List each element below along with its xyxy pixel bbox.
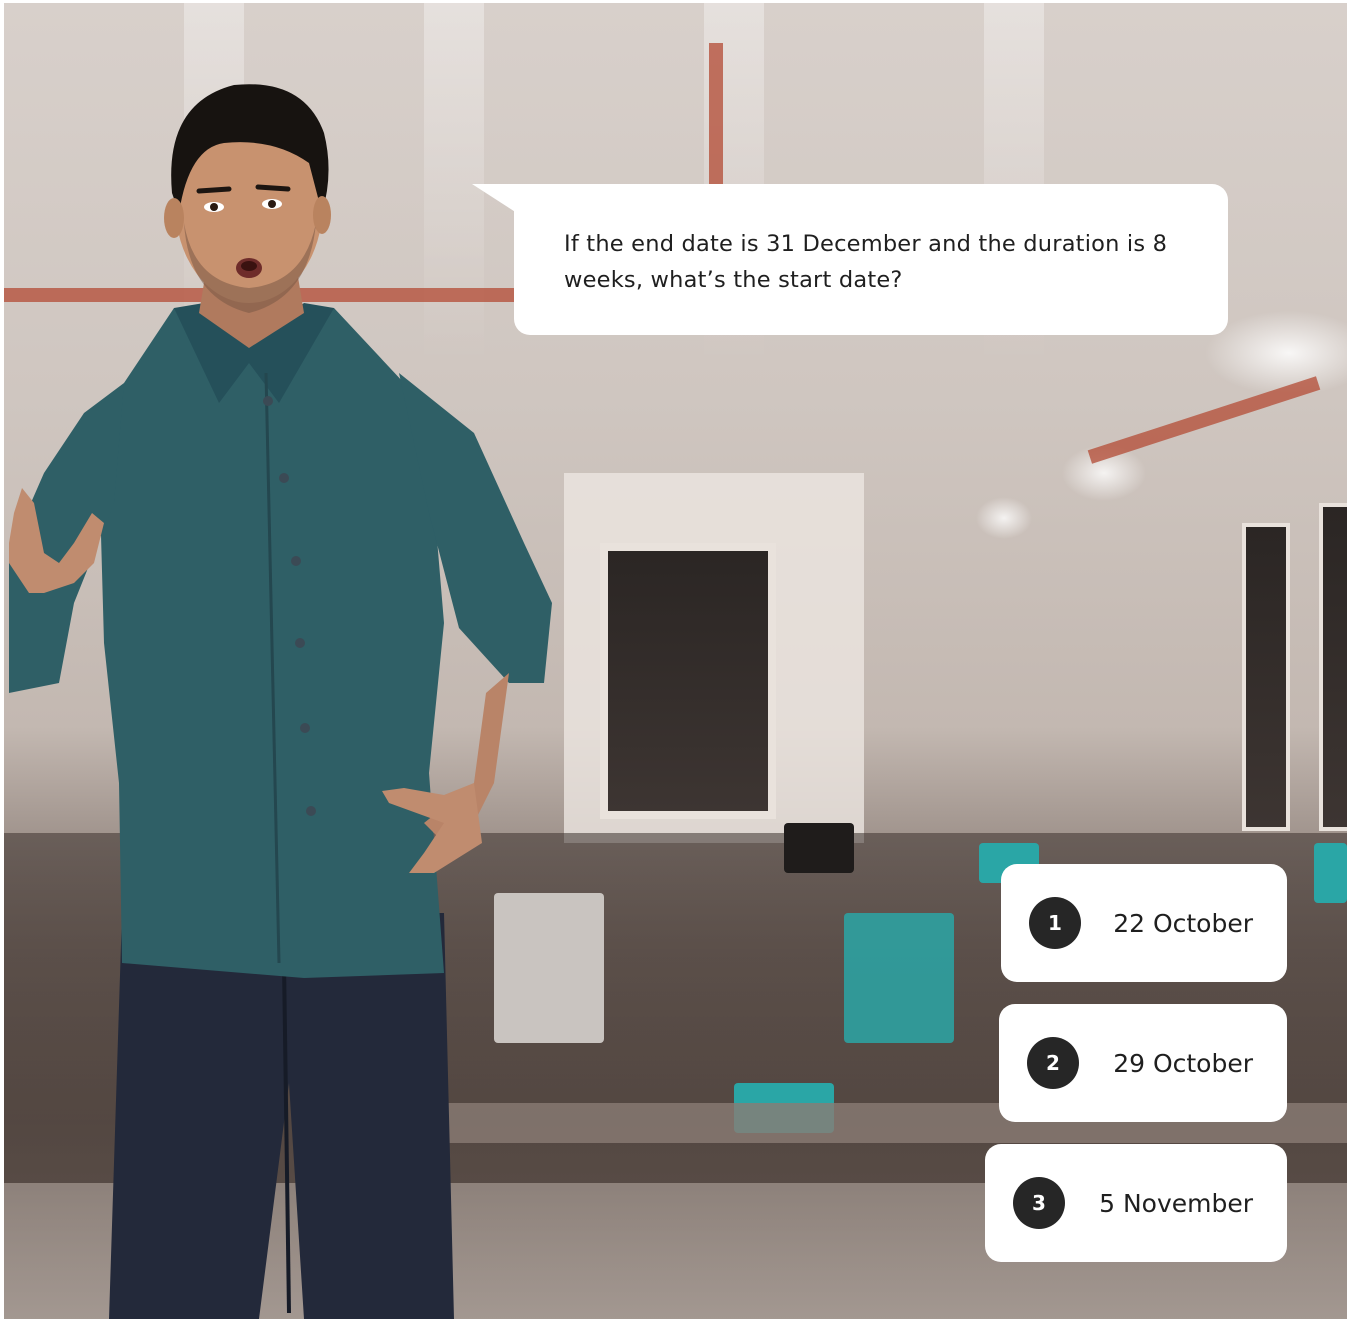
option-number-badge: 1 <box>1029 897 1081 949</box>
monitor <box>1314 843 1347 903</box>
answer-option-1[interactable]: 1 22 October <box>1001 864 1287 982</box>
office-window <box>1242 523 1290 831</box>
option-label: 29 October <box>1113 1048 1253 1078</box>
monitor <box>844 913 954 1043</box>
answer-option-2[interactable]: 2 29 October <box>999 1004 1287 1122</box>
office-window <box>600 543 776 819</box>
question-bubble: If the end date is 31 December and the d… <box>472 184 1228 335</box>
option-label: 22 October <box>1113 908 1253 938</box>
question-text: If the end date is 31 December and the d… <box>564 231 1168 293</box>
office-window <box>1319 503 1347 831</box>
option-number-badge: 3 <box>1013 1177 1065 1229</box>
monitor <box>784 823 854 873</box>
speech-bubble-tail <box>472 184 534 224</box>
option-label: 5 November <box>1099 1188 1253 1218</box>
answer-option-3[interactable]: 3 5 November <box>985 1144 1287 1262</box>
ceiling-pipe <box>1087 376 1321 464</box>
option-number-badge: 2 <box>1027 1037 1079 1089</box>
quiz-scene: If the end date is 31 December and the d… <box>4 3 1347 1319</box>
presenter-illustration <box>9 84 552 1319</box>
